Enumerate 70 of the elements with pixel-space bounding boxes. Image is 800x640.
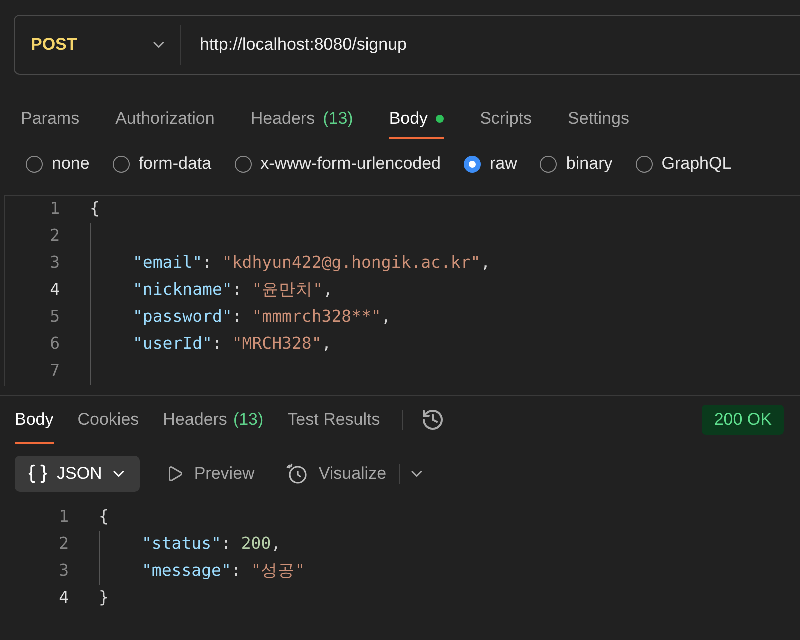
line-number: 1 xyxy=(58,506,70,528)
url-bar[interactable]: POST http://localhost:8080/signup xyxy=(14,15,800,75)
json-punctuation: , xyxy=(322,333,332,356)
line-number: 4 xyxy=(58,587,70,610)
radio-button[interactable] xyxy=(540,156,558,172)
json-punctuation: , xyxy=(323,279,334,302)
line-number: 2 xyxy=(58,533,70,556)
history-icon[interactable] xyxy=(421,408,446,432)
json-number: 200 xyxy=(241,533,272,556)
request-tab[interactable]: Headers (13) xyxy=(250,97,354,139)
play-icon xyxy=(166,465,184,483)
json-punctuation: , xyxy=(480,252,491,274)
line-number: 2 xyxy=(49,225,61,248)
request-tab[interactable]: Scripts xyxy=(480,97,532,139)
response-tab[interactable]: Body xyxy=(15,396,54,444)
json-key: "email" xyxy=(133,251,203,276)
json-punctuation: : xyxy=(232,306,244,328)
format-dropdown[interactable]: JSON xyxy=(15,456,140,492)
json-punctuation: : xyxy=(202,252,214,274)
json-punctuation: : xyxy=(221,533,232,556)
visualize-button[interactable]: Visualize xyxy=(284,461,387,487)
json-key: "message" xyxy=(142,559,232,584)
line-number: 3 xyxy=(58,560,70,582)
request-editor[interactable]: 1 { 2 3 "email": "kdhyun422@g.hongik.ac.kr", 4 "nickname": "윤만치", 5 "password": "mmmrch328**", 6 "userId": "MRCH328", 7 xyxy=(4,195,800,386)
body-type-radio[interactable]: GraphQL xyxy=(636,151,732,177)
line-number: 3 xyxy=(49,252,61,274)
radio-button[interactable] xyxy=(26,156,43,172)
request-tab[interactable]: Authorization xyxy=(116,97,215,139)
json-key: "nickname" xyxy=(133,278,232,303)
json-string: "kdhyun422@g.hongik.ac.kr" xyxy=(222,252,481,274)
body-type-radio[interactable]: binary xyxy=(540,151,613,177)
body-type-radio[interactable]: raw xyxy=(464,151,518,177)
radio-button[interactable] xyxy=(112,156,130,172)
body-type-radio[interactable]: none xyxy=(26,151,90,177)
json-punctuation: { xyxy=(90,198,100,220)
json-key: "userId" xyxy=(133,332,212,357)
radio-button[interactable] xyxy=(636,156,653,172)
response-tab[interactable]: Test Results xyxy=(288,396,380,444)
json-key: "status" xyxy=(142,532,222,557)
json-punctuation: { xyxy=(99,506,109,528)
radio-button[interactable] xyxy=(464,156,482,172)
radio-button[interactable] xyxy=(234,156,252,172)
json-string: "mmmrch328**" xyxy=(252,306,382,328)
json-punctuation: , xyxy=(381,306,392,328)
line-number: 6 xyxy=(49,333,61,356)
line-number: 4 xyxy=(49,279,61,302)
method-dropdown[interactable]: POST xyxy=(15,25,181,65)
braces-icon xyxy=(27,463,49,485)
preview-button[interactable]: Preview xyxy=(166,461,255,487)
json-punctuation: , xyxy=(271,533,282,556)
json-punctuation: : xyxy=(232,279,244,302)
line-number: 5 xyxy=(49,306,61,328)
json-key: "password" xyxy=(133,305,232,330)
status-badge: 200 OK xyxy=(702,405,784,435)
body-type-radio[interactable]: form-data xyxy=(112,151,212,177)
line-number: 7 xyxy=(49,360,61,382)
visualize-icon xyxy=(284,462,309,486)
json-punctuation: } xyxy=(99,587,109,610)
response-tab[interactable]: Headers (13) xyxy=(163,396,264,444)
line-number: 1 xyxy=(49,198,61,220)
request-tab[interactable]: Body xyxy=(389,97,444,139)
json-punctuation: : xyxy=(231,560,242,582)
json-string: "MRCH328" xyxy=(232,333,322,356)
request-tab[interactable]: Params xyxy=(21,97,80,139)
request-tab[interactable]: Settings xyxy=(568,97,630,139)
body-type-radio[interactable]: x-www-form-urlencoded xyxy=(234,151,442,177)
json-string: "윤만치" xyxy=(252,279,324,302)
json-string: "성공" xyxy=(251,560,306,582)
json-punctuation: : xyxy=(212,333,224,356)
response-tab[interactable]: Cookies xyxy=(78,396,140,444)
